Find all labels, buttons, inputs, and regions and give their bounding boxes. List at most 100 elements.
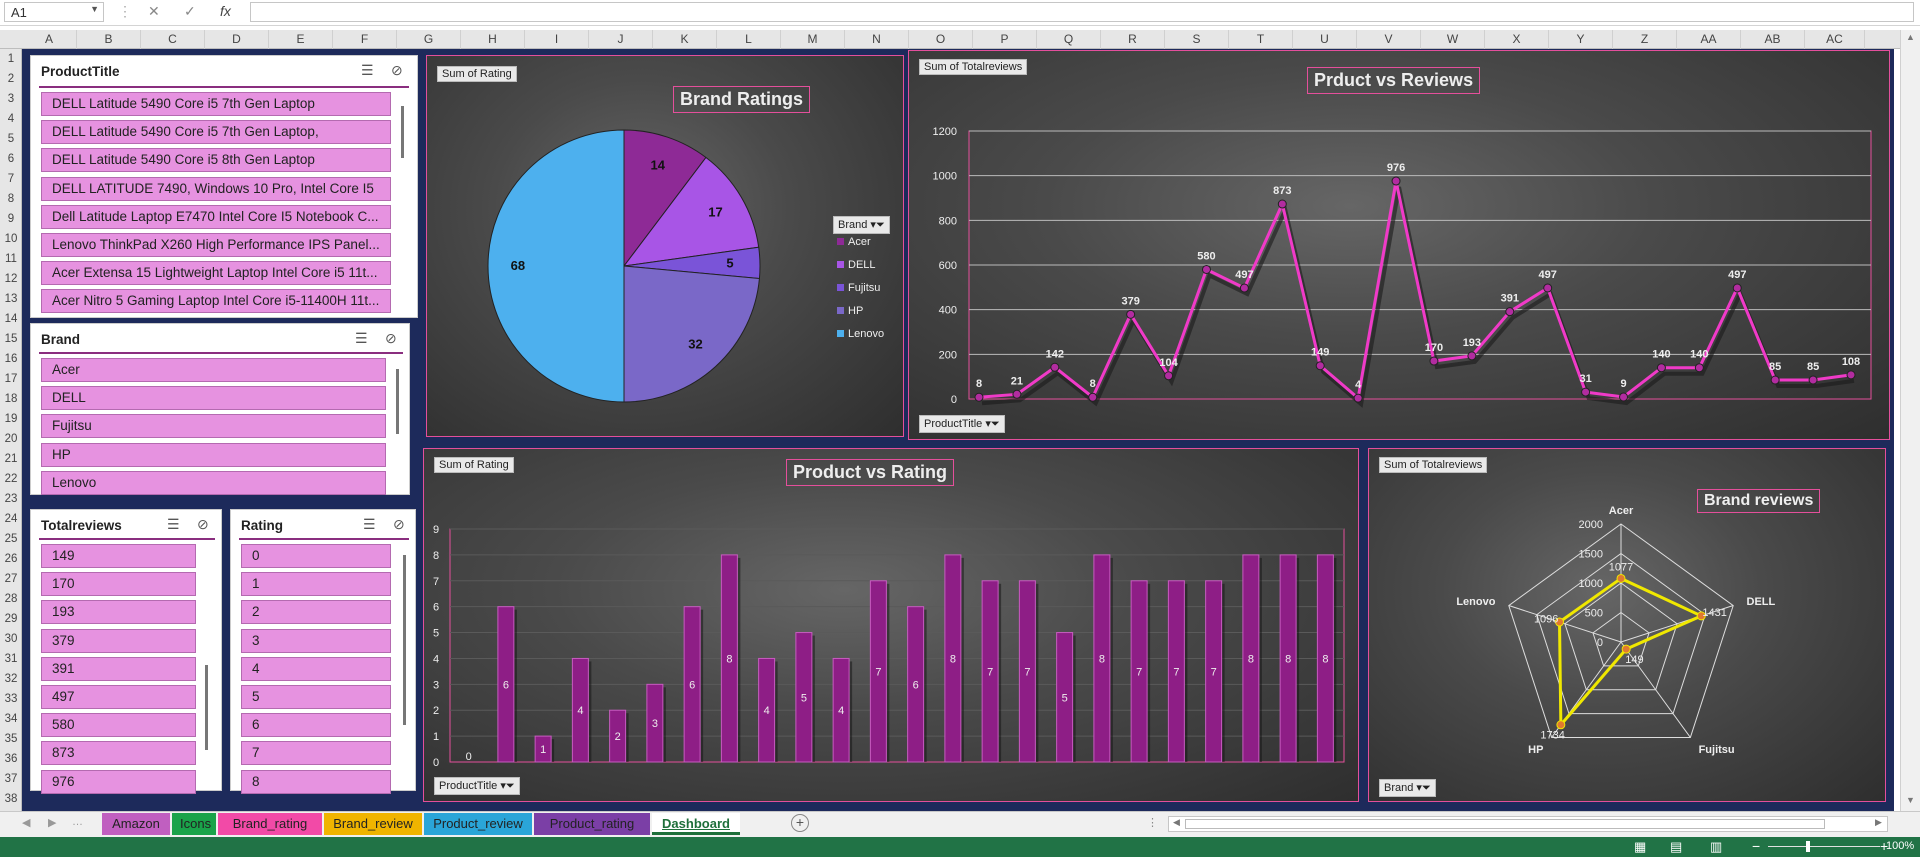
row-header[interactable]: 15 (0, 329, 22, 349)
slicer-item[interactable]: 391 (41, 656, 196, 681)
tab-amazon[interactable]: Amazon (102, 813, 170, 835)
column-header[interactable]: Y (1549, 30, 1613, 49)
zoom-slider[interactable] (1768, 846, 1880, 847)
column-header[interactable]: A (22, 30, 77, 49)
row-header[interactable]: 35 (0, 729, 22, 749)
column-header[interactable]: C (141, 30, 205, 49)
chevron-down-icon[interactable]: ▼ (90, 4, 99, 14)
more-sheets-icon[interactable]: … (72, 816, 83, 828)
tab-brand-rating[interactable]: Brand_rating (218, 813, 322, 835)
slicer-item[interactable]: 976 (41, 769, 196, 794)
slicer-item[interactable]: Dell Latitude Laptop E7470 Intel Core I5… (41, 204, 391, 229)
legend-field-button[interactable]: Brand ▾⏷ (833, 216, 890, 234)
row-header[interactable]: 20 (0, 429, 22, 449)
column-header[interactable]: Q (1037, 30, 1101, 49)
tab-product-rating[interactable]: Product_rating (534, 813, 650, 835)
zoom-level[interactable]: 100% (1886, 840, 1914, 852)
row-header[interactable]: 10 (0, 229, 22, 249)
row-header[interactable]: 31 (0, 649, 22, 669)
row-header[interactable]: 14 (0, 309, 22, 329)
slicer-item[interactable]: 873 (41, 741, 196, 766)
tab-icons[interactable]: Icons (172, 813, 216, 835)
column-header[interactable]: Z (1613, 30, 1677, 49)
slicer-item[interactable]: DELL LATITUDE 7490, Windows 10 Pro, Inte… (41, 176, 391, 201)
slicer-item[interactable]: 6 (241, 713, 391, 738)
slicer-item[interactable]: 7 (241, 741, 391, 766)
next-sheet-icon[interactable]: ▶ (48, 816, 56, 829)
slicer-item[interactable]: Acer Extensa 15 Lightweight Laptop Intel… (41, 261, 391, 286)
horizontal-scrollbar[interactable]: ◀ ▶ (1168, 816, 1888, 832)
slicer-item[interactable]: Fujitsu (41, 414, 386, 439)
enter-icon[interactable]: ✓ (184, 3, 196, 20)
scroll-down-icon[interactable]: ▼ (1906, 795, 1915, 805)
scroll-left-icon[interactable]: ◀ (1173, 817, 1180, 828)
row-header[interactable]: 8 (0, 189, 22, 209)
column-header[interactable]: P (973, 30, 1037, 49)
slicer-item[interactable]: 3 (241, 628, 391, 653)
row-header[interactable]: 16 (0, 349, 22, 369)
column-header[interactable]: AA (1677, 30, 1741, 49)
slicer-item[interactable]: DELL (41, 386, 386, 411)
slicer-item[interactable]: 0 (241, 544, 391, 568)
row-header[interactable]: 25 (0, 529, 22, 549)
row-header[interactable]: 2 (0, 69, 22, 89)
row-header[interactable]: 11 (0, 249, 22, 269)
column-header[interactable]: M (781, 30, 845, 49)
zoom-thumb[interactable] (1806, 841, 1810, 852)
slicer-item[interactable]: 170 (41, 572, 196, 597)
row-header[interactable]: 29 (0, 609, 22, 629)
row-header[interactable]: 27 (0, 569, 22, 589)
tab-dashboard[interactable]: Dashboard (652, 813, 740, 835)
row-header[interactable]: 38 (0, 789, 22, 809)
column-header[interactable]: S (1165, 30, 1229, 49)
clear-filter-icon[interactable]: ⊘ (393, 516, 405, 533)
slicer-item[interactable]: 379 (41, 628, 196, 653)
slicer-item[interactable]: 149 (41, 544, 196, 568)
row-header[interactable]: 28 (0, 589, 22, 609)
multi-select-icon[interactable]: ☰ (355, 330, 368, 347)
slicer-item[interactable]: 2 (241, 600, 391, 625)
row-header[interactable]: 12 (0, 269, 22, 289)
column-header[interactable]: E (269, 30, 333, 49)
product-rating-chart[interactable]: Sum of Rating Product vs Rating 01234567… (423, 448, 1359, 802)
scrollbar[interactable] (401, 106, 404, 158)
row-header[interactable]: 24 (0, 509, 22, 529)
slicer-item[interactable]: 4 (241, 656, 391, 681)
axis-field-button[interactable]: ProductTitle ▾⏷ (919, 415, 1005, 433)
column-header[interactable]: O (909, 30, 973, 49)
column-header[interactable]: T (1229, 30, 1293, 49)
add-sheet-icon[interactable]: + (791, 814, 809, 832)
page-break-icon[interactable]: ▥ (1710, 839, 1722, 855)
row-header[interactable]: 18 (0, 389, 22, 409)
slicer-item[interactable]: 193 (41, 600, 196, 625)
axis-field-button[interactable]: ProductTitle ▾⏷ (434, 777, 520, 795)
row-header[interactable]: 26 (0, 549, 22, 569)
slicer-item[interactable]: DELL Latitude 5490 Core i5 8th Gen Lapto… (41, 148, 391, 173)
scroll-up-icon[interactable]: ▲ (1906, 32, 1915, 42)
scroll-thumb[interactable] (1185, 819, 1825, 829)
product-reviews-chart[interactable]: Sum of Totalreviews Prduct vs Reviews 02… (908, 50, 1890, 440)
row-header[interactable]: 3 (0, 89, 22, 109)
scrollbar[interactable] (205, 665, 208, 750)
zoom-out-icon[interactable]: − (1752, 838, 1760, 854)
row-header[interactable]: 30 (0, 629, 22, 649)
column-header[interactable]: R (1101, 30, 1165, 49)
row-header[interactable]: 36 (0, 749, 22, 769)
row-header[interactable]: 6 (0, 149, 22, 169)
slicer-item[interactable]: Acer (41, 358, 386, 382)
vertical-scrollbar[interactable]: ▲ ▼ (1900, 30, 1920, 811)
slicer-item[interactable]: Lenovo (41, 470, 386, 495)
row-header[interactable]: 37 (0, 769, 22, 789)
column-header[interactable]: AB (1741, 30, 1805, 49)
slicer-item[interactable]: 5 (241, 685, 391, 709)
row-header[interactable]: 34 (0, 709, 22, 729)
row-header[interactable]: 9 (0, 209, 22, 229)
row-header[interactable]: 1 (0, 49, 22, 69)
clear-filter-icon[interactable]: ⊘ (385, 330, 397, 347)
scrollbar[interactable] (396, 369, 399, 434)
column-header[interactable]: I (525, 30, 589, 49)
column-header[interactable]: H (461, 30, 525, 49)
cancel-icon[interactable]: ✕ (148, 3, 160, 20)
row-header[interactable]: 13 (0, 289, 22, 309)
slicer-item[interactable]: Lenovo ThinkPad X260 High Performance IP… (41, 233, 391, 257)
